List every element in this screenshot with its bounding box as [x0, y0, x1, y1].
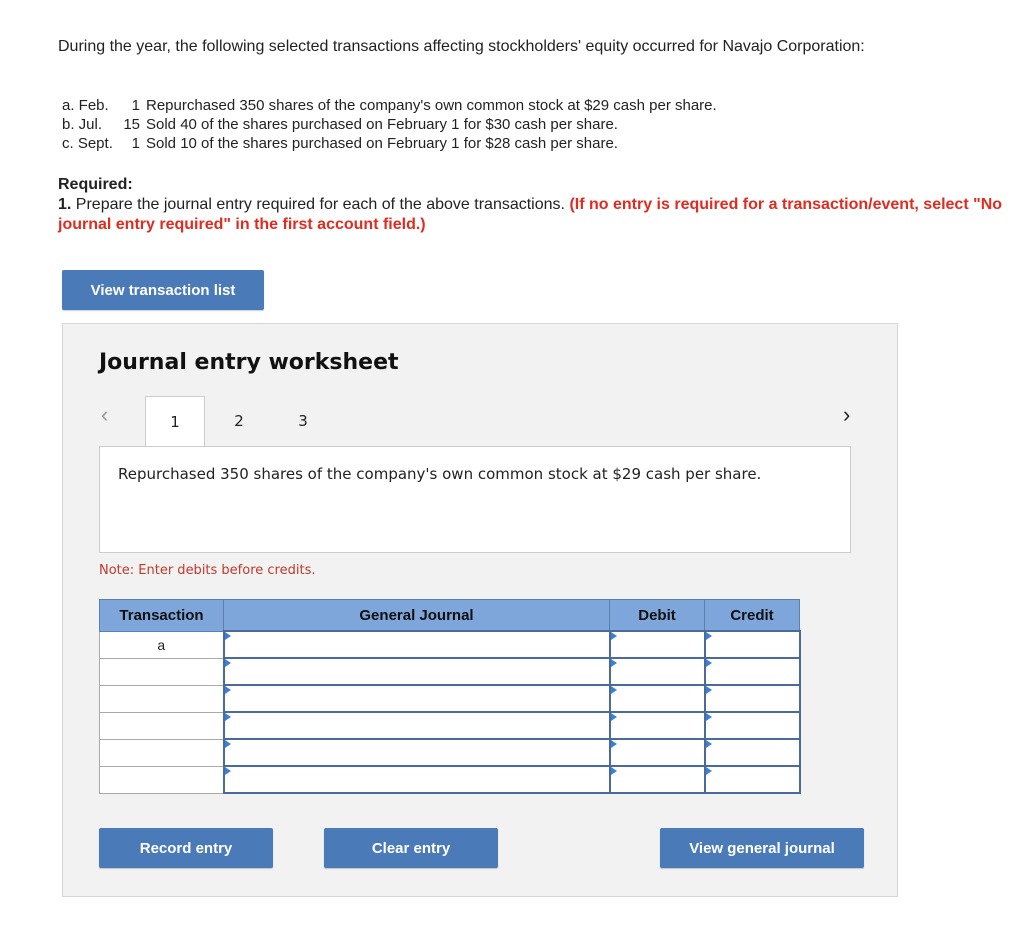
transaction-text: Sold 40 of the shares purchased on Febru… — [146, 116, 618, 133]
account-field[interactable] — [222, 657, 611, 686]
transaction-list: a. Feb. 1 Repurchased 350 shares of the … — [62, 96, 717, 153]
header-general-journal: General Journal — [223, 599, 610, 632]
transaction-item: a. Feb. 1 Repurchased 350 shares of the … — [62, 96, 717, 115]
credit-field[interactable] — [703, 765, 801, 794]
dropdown-marker-icon — [705, 767, 712, 775]
account-field[interactable] — [222, 630, 611, 659]
tab-1[interactable]: 1 — [145, 396, 205, 446]
journal-row: a — [99, 630, 801, 659]
dropdown-marker-icon — [224, 686, 231, 694]
required-item-number: 1. — [58, 196, 72, 213]
tab-3[interactable]: 3 — [273, 396, 333, 446]
transaction-label: b. Jul. — [62, 116, 103, 133]
account-field[interactable] — [222, 711, 611, 740]
transaction-text: Repurchased 350 shares of the company's … — [146, 97, 717, 114]
journal-row — [99, 684, 801, 713]
debit-field[interactable] — [608, 738, 706, 767]
transaction-label: c. Sept. — [62, 135, 113, 152]
journal-row — [99, 738, 801, 767]
header-transaction: Transaction — [99, 599, 224, 632]
debit-field[interactable] — [608, 657, 706, 686]
transaction-item: b. Jul. 15 Sold 40 of the shares purchas… — [62, 115, 717, 134]
transaction-text: Sold 10 of the shares purchased on Febru… — [146, 135, 618, 152]
credit-field[interactable] — [703, 738, 801, 767]
dropdown-marker-icon — [224, 740, 231, 748]
transaction-item: c. Sept. 1 Sold 10 of the shares purchas… — [62, 134, 717, 153]
transaction-description: Repurchased 350 shares of the company's … — [99, 446, 851, 553]
dropdown-marker-icon — [610, 632, 617, 640]
dropdown-marker-icon — [610, 713, 617, 721]
tab-2[interactable]: 2 — [209, 396, 269, 446]
entry-note: Note: Enter debits before credits. — [99, 563, 316, 578]
dropdown-marker-icon — [224, 713, 231, 721]
view-transaction-list-button[interactable]: View transaction list — [62, 270, 264, 310]
dropdown-marker-icon — [224, 632, 231, 640]
dropdown-marker-icon — [610, 740, 617, 748]
dropdown-marker-icon — [705, 659, 712, 667]
transaction-cell — [99, 765, 224, 794]
credit-field[interactable] — [703, 630, 801, 659]
credit-field[interactable] — [703, 684, 801, 713]
dropdown-marker-icon — [610, 686, 617, 694]
record-entry-button[interactable]: Record entry — [99, 828, 273, 868]
dropdown-marker-icon — [705, 686, 712, 694]
journal-entry-worksheet: Journal entry worksheet ‹ 1 2 3 › Repurc… — [62, 323, 898, 897]
debit-field[interactable] — [608, 711, 706, 740]
chevron-left-icon[interactable]: ‹ — [101, 402, 108, 428]
required-section: Required: 1. Prepare the journal entry r… — [58, 175, 1018, 235]
transaction-day: 15 — [123, 116, 140, 133]
journal-table: Transaction General Journal Debit Credit… — [99, 599, 801, 794]
journal-row — [99, 657, 801, 686]
dropdown-marker-icon — [705, 713, 712, 721]
account-field[interactable] — [222, 765, 611, 794]
transaction-label: a. Feb. — [62, 97, 109, 114]
header-credit: Credit — [704, 599, 800, 632]
dropdown-marker-icon — [610, 767, 617, 775]
header-debit: Debit — [609, 599, 705, 632]
required-heading: Required: — [58, 176, 133, 193]
credit-field[interactable] — [703, 657, 801, 686]
clear-entry-button[interactable]: Clear entry — [324, 828, 498, 868]
transaction-cell — [99, 657, 224, 686]
chevron-right-icon[interactable]: › — [843, 402, 850, 428]
journal-row — [99, 765, 801, 794]
transaction-cell: a — [99, 630, 224, 659]
dropdown-marker-icon — [705, 740, 712, 748]
debit-field[interactable] — [608, 765, 706, 794]
dropdown-marker-icon — [224, 659, 231, 667]
dropdown-marker-icon — [224, 767, 231, 775]
dropdown-marker-icon — [705, 632, 712, 640]
debit-field[interactable] — [608, 684, 706, 713]
credit-field[interactable] — [703, 711, 801, 740]
dropdown-marker-icon — [610, 659, 617, 667]
transaction-cell — [99, 711, 224, 740]
debit-field[interactable] — [608, 630, 706, 659]
transaction-cell — [99, 738, 224, 767]
worksheet-title: Journal entry worksheet — [99, 350, 399, 375]
transaction-day: 1 — [131, 97, 140, 114]
journal-row — [99, 711, 801, 740]
account-field[interactable] — [222, 738, 611, 767]
required-text: Prepare the journal entry required for e… — [75, 196, 565, 213]
transaction-day: 1 — [131, 135, 140, 152]
intro-text: During the year, the following selected … — [58, 38, 865, 55]
view-general-journal-button[interactable]: View general journal — [660, 828, 864, 868]
transaction-cell — [99, 684, 224, 713]
account-field[interactable] — [222, 684, 611, 713]
